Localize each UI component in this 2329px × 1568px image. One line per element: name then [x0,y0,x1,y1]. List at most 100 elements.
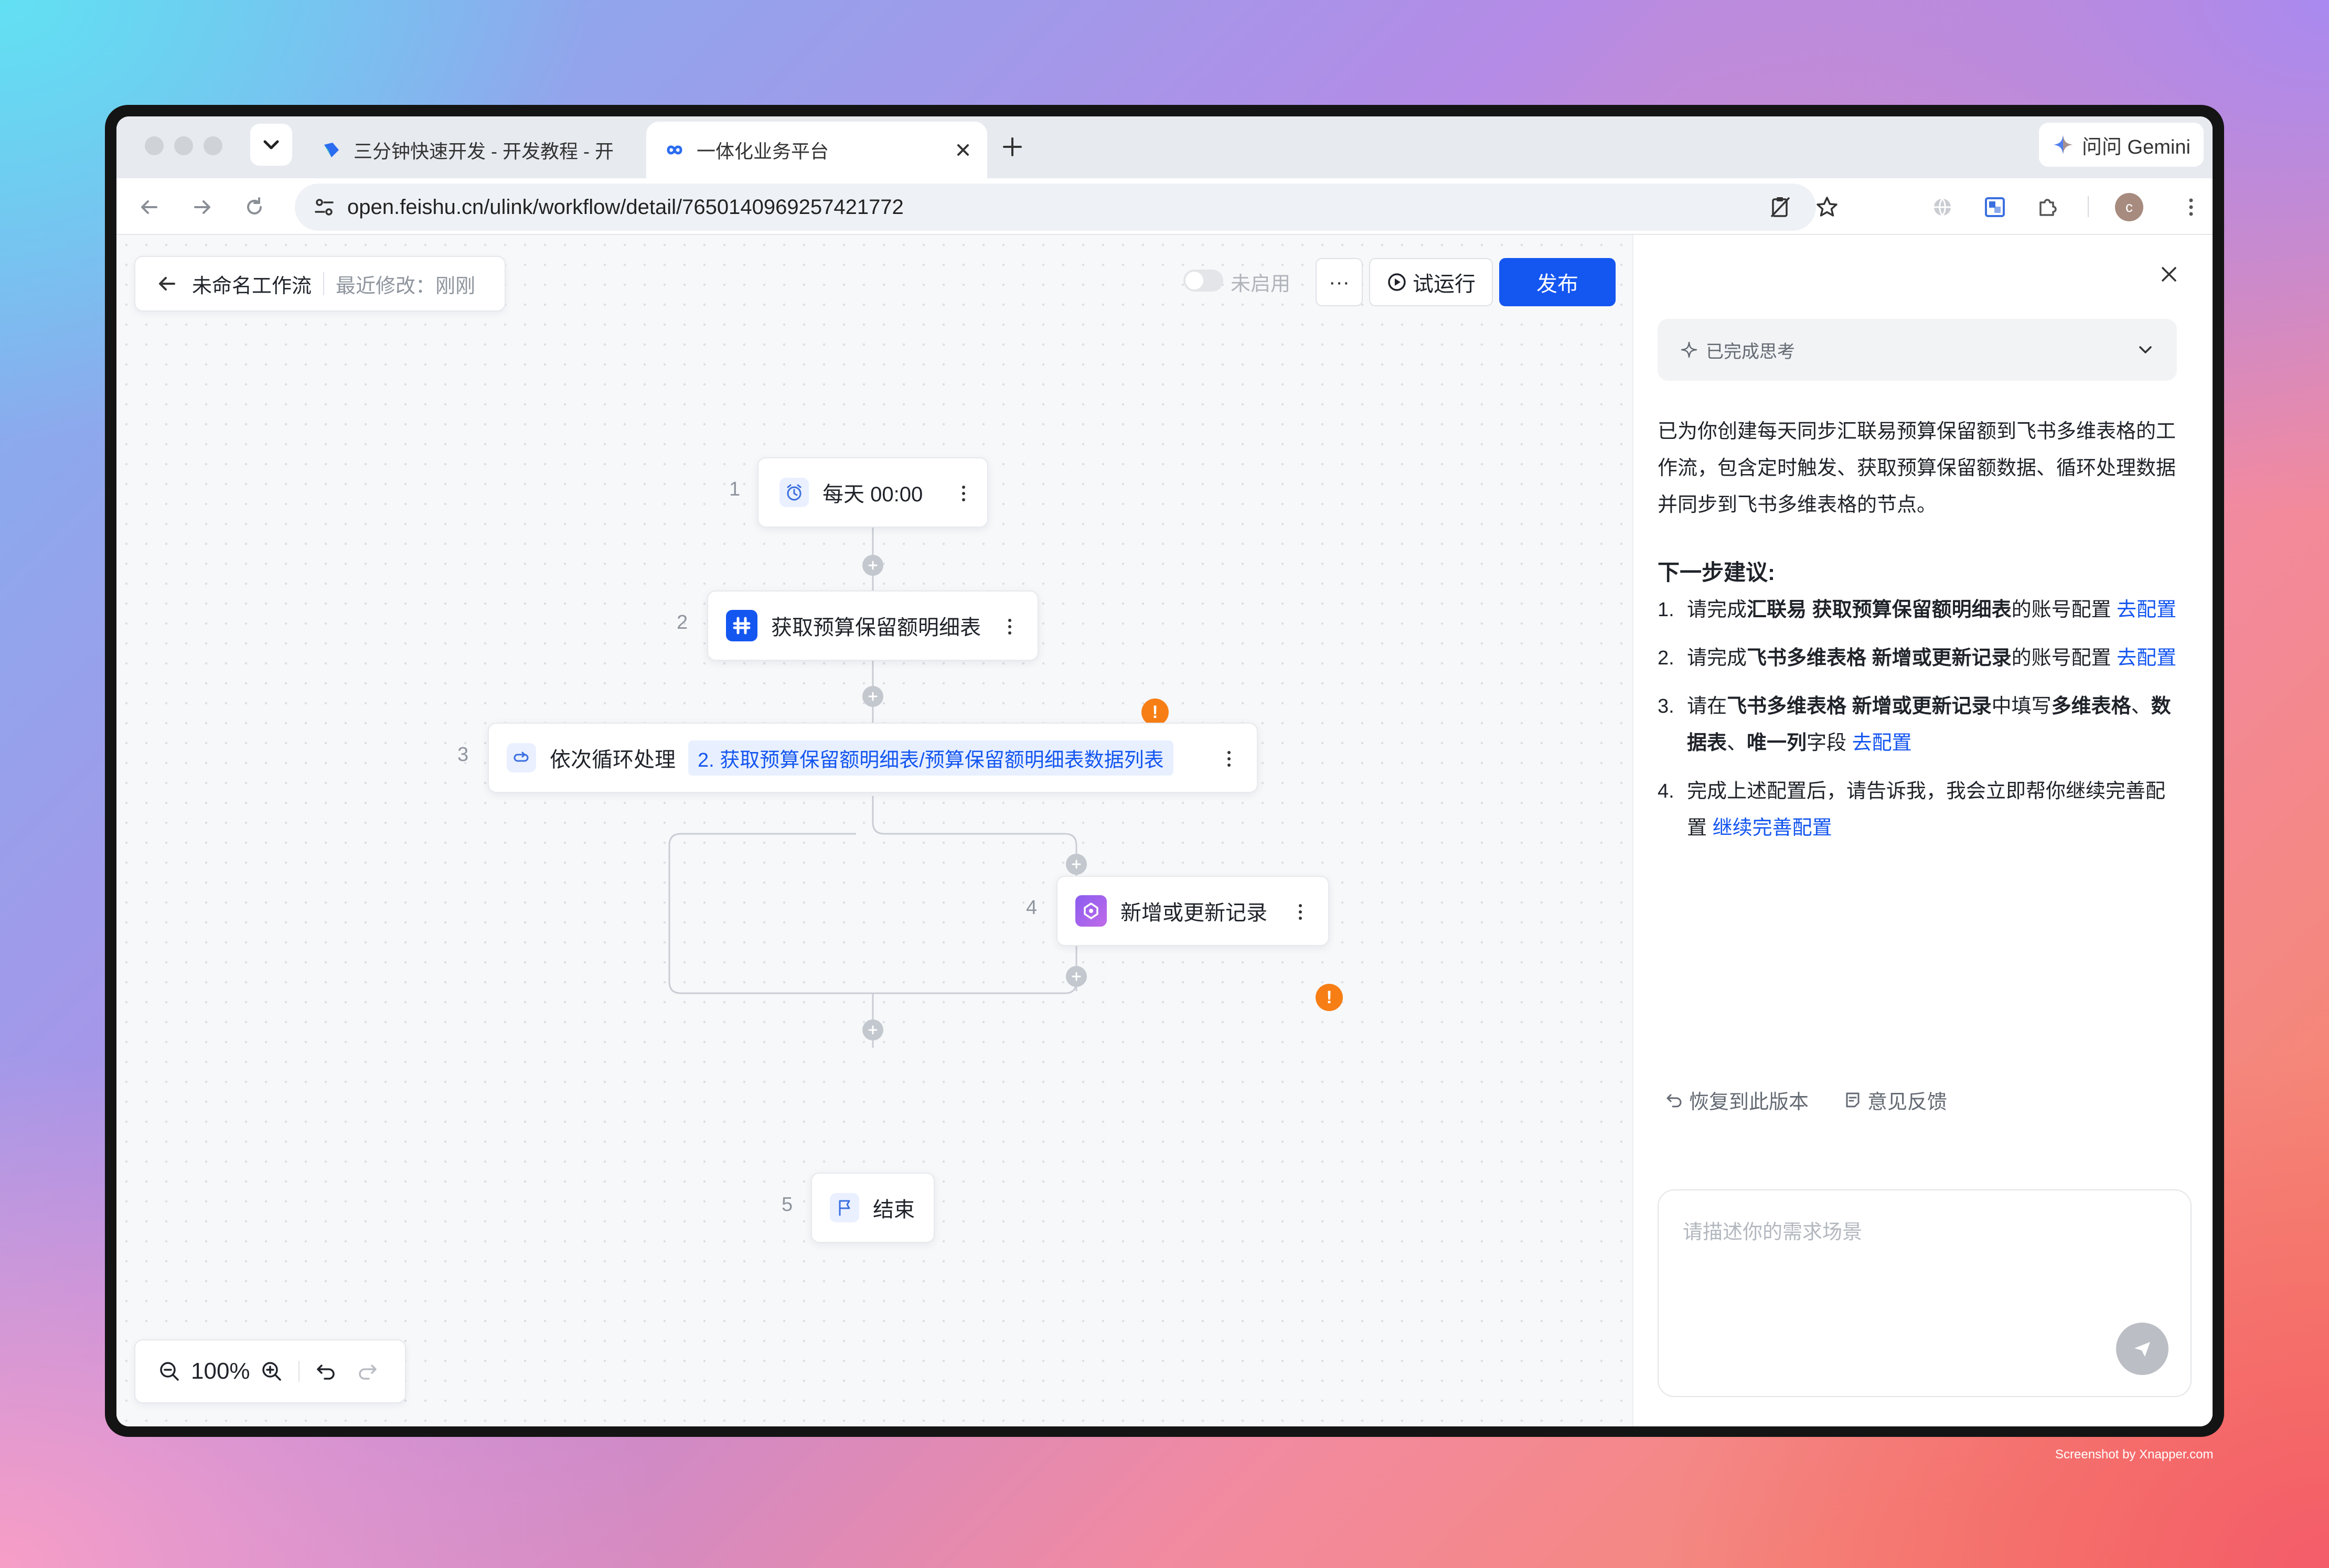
restore-label: 恢复到此版本 [1689,1091,1809,1113]
configure-link[interactable]: 去配置 [2117,599,2176,621]
zoom-divider [298,1361,300,1382]
plus-icon [868,692,878,701]
avatar-letter: c [2125,199,2133,215]
ask-gemini-button[interactable]: 问问 Gemini [2039,123,2204,167]
node-label: 获取预算保留额明细表 [771,616,981,639]
warning-glyph: ! [1326,987,1332,1007]
zoom-out-icon[interactable] [156,1358,183,1384]
send-icon [2134,1342,2150,1357]
extensions-puzzle-icon[interactable] [2034,194,2060,220]
thinking-status[interactable]: 已完成思考 [1658,319,2177,381]
node-get-budget-detail[interactable]: 获取预算保留额明细表 [707,590,1039,661]
node-icon [1075,895,1107,927]
node-label: 每天 00:00 [822,483,923,506]
loop-source-tag[interactable]: 2. 获取预算保留额明细表/预算保留额明细表数据列表 [688,740,1173,776]
node-icon [726,610,757,641]
extension-screenshot-icon[interactable] [1982,194,2008,220]
no-clipboard-icon[interactable] [1768,195,1792,219]
browser-window: 三分钟快速开发 - 开发教程 - 开 一体化业务平台 问问 Gemini ope… [116,116,2213,1426]
node-number: 5 [782,1194,793,1216]
node-menu-icon[interactable] [1221,746,1237,772]
node-label: 新增或更新记录 [1120,901,1267,925]
bookmark-star-icon[interactable] [1815,195,1839,219]
site-settings-icon[interactable] [313,196,336,219]
node-end[interactable]: 结束 [811,1173,935,1243]
assistant-message: 已为你创建每天同步汇联易预算保留额到飞书多维表格的工作流，包含定时触发、获取预算… [1658,421,2176,516]
add-node-button[interactable] [1066,854,1087,875]
plus-icon [868,561,878,570]
toolbar-divider [2088,196,2089,217]
node-number: 4 [1026,897,1038,919]
node-menu-icon[interactable] [1002,614,1018,640]
restore-version-button[interactable]: 恢复到此版本 [1664,1086,1809,1114]
alarm-clock-icon [787,484,802,501]
step-text: 请在飞书多维表格 新增或更新记录中填写多维表格、数据表、唯一列字段 去配置 [1687,695,2171,754]
loop-icon [514,751,529,762]
add-node-button[interactable] [862,555,883,576]
kebab-menu-icon[interactable] [2178,194,2204,220]
tab-search-button[interactable] [250,124,292,166]
feedback-icon [1846,1092,1860,1107]
node-upsert-record[interactable]: 新增或更新记录 [1056,876,1329,946]
node-menu-icon[interactable] [956,480,971,507]
warning-badge[interactable]: ! [1141,699,1169,726]
profile-avatar[interactable]: c [2115,193,2143,221]
forward-arrow-icon[interactable] [189,194,215,220]
tab-label: 三分钟快速开发 - 开发教程 - 开 [354,141,614,162]
node-number: 1 [729,478,741,500]
list-item: 2. 请完成飞书多维表格 新增或更新记录的账号配置 去配置 [1658,640,2182,676]
add-node-button[interactable] [862,686,883,707]
redo-icon[interactable] [354,1358,380,1384]
url-text: open.feishu.cn/ulink/workflow/detail/765… [347,195,904,219]
workflow-connectors [668,466,1077,1048]
gemini-label: 问问 Gemini [2082,136,2191,158]
close-icon[interactable] [954,141,973,159]
feedback-button[interactable]: 意见反馈 [1842,1086,1947,1114]
reload-icon[interactable] [241,194,268,220]
plus-icon [868,1025,878,1035]
restore-icon [1666,1094,1682,1107]
address-toolbar: open.feishu.cn/ulink/workflow/detail/765… [116,178,2213,235]
configure-link[interactable]: 去配置 [1852,732,1912,754]
add-node-button[interactable] [1066,966,1087,987]
zoom-controls: 100% [134,1339,406,1403]
continue-config-link[interactable]: 继续完善配置 [1713,817,1832,839]
tab-platform[interactable]: 一体化业务平台 [646,122,987,178]
node-menu-icon[interactable] [1292,899,1308,925]
send-button[interactable] [2116,1323,2168,1375]
add-node-button[interactable] [862,1019,883,1040]
thinking-label: 已完成思考 [1706,341,1795,362]
gemini-sparkle-icon [2054,135,2072,154]
warning-badge[interactable]: ! [1316,984,1343,1011]
node-icon [779,478,809,507]
prompt-input[interactable]: 请描述你的需求场景 [1658,1189,2192,1397]
back-arrow-icon[interactable] [136,194,163,220]
tab-bar: 三分钟快速开发 - 开发教程 - 开 一体化业务平台 问问 Gemini [116,116,2213,178]
window-zoom-dot[interactable] [204,136,222,155]
list-item: 3. 请在飞书多维表格 新增或更新记录中填写多维表格、数据表、唯一列字段 去配置 [1658,688,2182,761]
plus-icon [1072,972,1081,981]
workflow-canvas[interactable]: 未命名工作流 最近修改：刚刚 未启用 ··· 试运行 发布 1 每天 00:00… [116,235,1632,1426]
watermark-text: Screenshot by Xnapper.com [2055,1447,2214,1462]
sparkle-icon [1681,341,1697,358]
close-icon[interactable] [2156,261,2182,287]
chevron-down-icon [263,140,279,149]
node-label: 依次循环处理 [550,748,676,771]
step-text: 请完成飞书多维表格 新增或更新记录的账号配置 去配置 [1687,647,2177,669]
step-text: 完成上述配置后，请告诉我，我会立即帮你继续完善配置 继续完善配置 [1687,780,2166,839]
infinity-logo-icon [667,145,682,155]
next-steps-heading: 下一步建议: [1658,560,1775,585]
new-tab-icon[interactable] [998,132,1027,162]
address-bar[interactable]: open.feishu.cn/ulink/workflow/detail/765… [295,184,1837,231]
step-number: 3. [1658,695,1674,717]
ai-assistant-panel: 已完成思考 已为你创建每天同步汇联易预算保留额到飞书多维表格的工作流，包含定时触… [1632,235,2213,1426]
node-loop[interactable]: 依次循环处理 2. 获取预算保留额明细表/预算保留额明细表数据列表 [488,723,1258,793]
extension-globe-icon[interactable] [1929,194,1956,220]
configure-link[interactable]: 去配置 [2117,647,2176,669]
prompt-placeholder: 请描述你的需求场景 [1683,1221,1863,1243]
window-close-dot[interactable] [145,136,164,155]
window-minimize-dot[interactable] [174,136,193,155]
undo-icon[interactable] [313,1358,339,1384]
zoom-in-icon[interactable] [259,1358,285,1384]
node-schedule-trigger[interactable]: 每天 00:00 [757,457,988,528]
